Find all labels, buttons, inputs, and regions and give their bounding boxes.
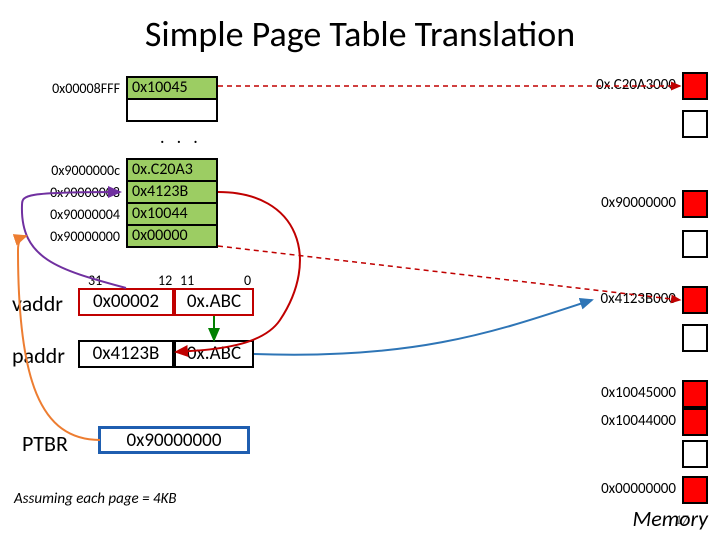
pt-ellipsis: . . . — [160, 126, 202, 148]
memory-cell — [682, 110, 708, 138]
paddr-label: paddr — [12, 342, 65, 369]
pt-cell-1: 0x4123B — [126, 180, 218, 204]
vaddr-label: vaddr — [12, 290, 63, 317]
pt-blank — [126, 98, 218, 122]
memory-cell — [682, 286, 708, 314]
ptbr-box: 0x90000000 — [98, 426, 250, 454]
pt-addr-0: 0x9000000c — [28, 162, 120, 179]
memory-cell — [682, 324, 708, 352]
memory-cell — [682, 190, 708, 218]
bit-31: 31 — [88, 272, 102, 289]
pt-addr-3: 0x90000000 — [28, 228, 120, 245]
memory-label: 0x.C20A3000 — [596, 76, 676, 94]
memory-label: 0x10045000 — [601, 384, 676, 402]
bit-11: 11 — [180, 272, 194, 289]
paddr-off: 0x.ABC — [174, 340, 254, 368]
pt-top-addr: 0x00008FFF — [28, 80, 120, 97]
pt-addr-2: 0x90000004 — [28, 206, 120, 223]
page-title: Simple Page Table Translation — [0, 0, 720, 56]
memory-label: 0x00000000 — [601, 480, 676, 498]
pt-top-cell: 0x10045 — [126, 76, 218, 100]
memory-cell — [682, 408, 708, 436]
vaddr-page: 0x00002 — [78, 288, 174, 316]
pt-cell-3: 0x00000 — [126, 224, 218, 248]
memory-label: 0x90000000 — [601, 194, 676, 212]
memory-cell — [682, 380, 708, 408]
memory-cell — [682, 476, 708, 504]
bit-0: 0 — [244, 272, 251, 289]
pt-cell-0: 0x.C20A3 — [126, 158, 218, 182]
ptbr-label: PTBR — [22, 430, 68, 457]
memory-caption: Memory — [632, 505, 708, 532]
memory-cell — [682, 230, 708, 258]
pt-addr-1: 0x90000008 — [28, 184, 120, 201]
memory-cell — [682, 72, 708, 100]
pt-cell-2: 0x10044 — [126, 202, 218, 226]
assumption-note: Assuming each page = 4KB — [14, 490, 177, 508]
paddr-page: 0x4123B — [78, 340, 174, 368]
memory-label: 0x4123B000 — [601, 290, 676, 308]
memory-cell — [682, 440, 708, 468]
memory-label: 0x10044000 — [601, 412, 676, 430]
vaddr-off: 0x.ABC — [174, 288, 254, 316]
bit-12: 12 — [158, 272, 172, 289]
